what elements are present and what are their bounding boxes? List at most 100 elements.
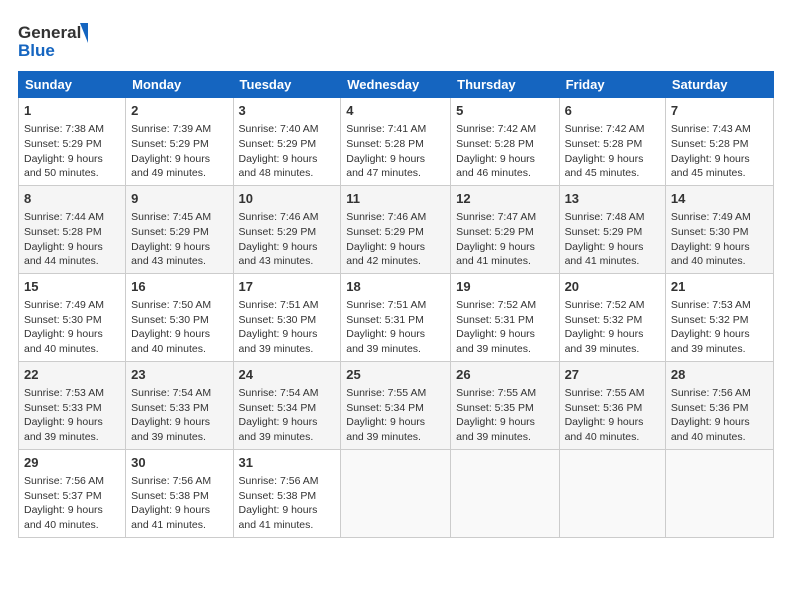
day-number: 1	[24, 102, 120, 120]
day-number: 16	[131, 278, 227, 296]
page: General Blue Sunday Monday Tuesday Wedne…	[0, 0, 792, 612]
daylight-text: Daylight: 9 hours and 45 minutes.	[565, 153, 644, 180]
daylight-text: Daylight: 9 hours and 39 minutes.	[131, 416, 210, 443]
sunset-text: Sunset: 5:28 PM	[346, 138, 424, 150]
sunset-text: Sunset: 5:31 PM	[346, 314, 424, 326]
sunset-text: Sunset: 5:29 PM	[131, 226, 209, 238]
sunrise-text: Sunrise: 7:45 AM	[131, 211, 211, 223]
daylight-text: Daylight: 9 hours and 39 minutes.	[565, 328, 644, 355]
table-cell: 1 Sunrise: 7:38 AM Sunset: 5:29 PM Dayli…	[19, 98, 126, 186]
sunrise-text: Sunrise: 7:54 AM	[239, 387, 319, 399]
sunset-text: Sunset: 5:28 PM	[456, 138, 534, 150]
daylight-text: Daylight: 9 hours and 39 minutes.	[239, 328, 318, 355]
sunrise-text: Sunrise: 7:52 AM	[565, 299, 645, 311]
table-cell: 11 Sunrise: 7:46 AM Sunset: 5:29 PM Dayl…	[341, 185, 451, 273]
day-number: 30	[131, 454, 227, 472]
table-cell: 28 Sunrise: 7:56 AM Sunset: 5:36 PM Dayl…	[665, 361, 773, 449]
calendar-header-row: Sunday Monday Tuesday Wednesday Thursday…	[19, 72, 774, 98]
sunrise-text: Sunrise: 7:43 AM	[671, 123, 751, 135]
daylight-text: Daylight: 9 hours and 44 minutes.	[24, 241, 103, 268]
sunrise-text: Sunrise: 7:49 AM	[24, 299, 104, 311]
table-cell: 20 Sunrise: 7:52 AM Sunset: 5:32 PM Dayl…	[559, 273, 665, 361]
table-cell: 14 Sunrise: 7:49 AM Sunset: 5:30 PM Dayl…	[665, 185, 773, 273]
table-cell: 30 Sunrise: 7:56 AM Sunset: 5:38 PM Dayl…	[126, 449, 233, 537]
table-cell: 7 Sunrise: 7:43 AM Sunset: 5:28 PM Dayli…	[665, 98, 773, 186]
header-wednesday: Wednesday	[341, 72, 451, 98]
day-number: 25	[346, 366, 445, 384]
table-cell: 27 Sunrise: 7:55 AM Sunset: 5:36 PM Dayl…	[559, 361, 665, 449]
sunrise-text: Sunrise: 7:42 AM	[565, 123, 645, 135]
day-number: 4	[346, 102, 445, 120]
daylight-text: Daylight: 9 hours and 43 minutes.	[131, 241, 210, 268]
sunrise-text: Sunrise: 7:55 AM	[565, 387, 645, 399]
header-monday: Monday	[126, 72, 233, 98]
sunrise-text: Sunrise: 7:56 AM	[671, 387, 751, 399]
sunset-text: Sunset: 5:34 PM	[346, 402, 424, 414]
sunset-text: Sunset: 5:29 PM	[131, 138, 209, 150]
svg-text:Blue: Blue	[18, 41, 55, 60]
sunset-text: Sunset: 5:30 PM	[131, 314, 209, 326]
daylight-text: Daylight: 9 hours and 41 minutes.	[131, 504, 210, 531]
sunset-text: Sunset: 5:30 PM	[239, 314, 317, 326]
sunrise-text: Sunrise: 7:42 AM	[456, 123, 536, 135]
table-row: 29 Sunrise: 7:56 AM Sunset: 5:37 PM Dayl…	[19, 449, 774, 537]
table-cell: 6 Sunrise: 7:42 AM Sunset: 5:28 PM Dayli…	[559, 98, 665, 186]
sunrise-text: Sunrise: 7:47 AM	[456, 211, 536, 223]
daylight-text: Daylight: 9 hours and 42 minutes.	[346, 241, 425, 268]
sunset-text: Sunset: 5:38 PM	[131, 490, 209, 502]
sunset-text: Sunset: 5:29 PM	[239, 226, 317, 238]
table-cell: 3 Sunrise: 7:40 AM Sunset: 5:29 PM Dayli…	[233, 98, 341, 186]
daylight-text: Daylight: 9 hours and 39 minutes.	[671, 328, 750, 355]
daylight-text: Daylight: 9 hours and 48 minutes.	[239, 153, 318, 180]
day-number: 28	[671, 366, 768, 384]
sunset-text: Sunset: 5:36 PM	[565, 402, 643, 414]
sunrise-text: Sunrise: 7:52 AM	[456, 299, 536, 311]
sunrise-text: Sunrise: 7:44 AM	[24, 211, 104, 223]
daylight-text: Daylight: 9 hours and 39 minutes.	[24, 416, 103, 443]
header: General Blue	[18, 18, 774, 63]
sunset-text: Sunset: 5:29 PM	[456, 226, 534, 238]
day-number: 10	[239, 190, 336, 208]
day-number: 31	[239, 454, 336, 472]
table-cell: 9 Sunrise: 7:45 AM Sunset: 5:29 PM Dayli…	[126, 185, 233, 273]
sunset-text: Sunset: 5:35 PM	[456, 402, 534, 414]
sunset-text: Sunset: 5:32 PM	[671, 314, 749, 326]
table-cell: 19 Sunrise: 7:52 AM Sunset: 5:31 PM Dayl…	[451, 273, 559, 361]
table-cell: 18 Sunrise: 7:51 AM Sunset: 5:31 PM Dayl…	[341, 273, 451, 361]
table-cell: 23 Sunrise: 7:54 AM Sunset: 5:33 PM Dayl…	[126, 361, 233, 449]
table-cell: 5 Sunrise: 7:42 AM Sunset: 5:28 PM Dayli…	[451, 98, 559, 186]
sunset-text: Sunset: 5:31 PM	[456, 314, 534, 326]
day-number: 12	[456, 190, 553, 208]
table-row: 1 Sunrise: 7:38 AM Sunset: 5:29 PM Dayli…	[19, 98, 774, 186]
daylight-text: Daylight: 9 hours and 39 minutes.	[346, 416, 425, 443]
table-cell	[451, 449, 559, 537]
daylight-text: Daylight: 9 hours and 40 minutes.	[671, 416, 750, 443]
day-number: 15	[24, 278, 120, 296]
daylight-text: Daylight: 9 hours and 43 minutes.	[239, 241, 318, 268]
day-number: 24	[239, 366, 336, 384]
table-cell: 13 Sunrise: 7:48 AM Sunset: 5:29 PM Dayl…	[559, 185, 665, 273]
daylight-text: Daylight: 9 hours and 41 minutes.	[565, 241, 644, 268]
sunset-text: Sunset: 5:37 PM	[24, 490, 102, 502]
table-row: 22 Sunrise: 7:53 AM Sunset: 5:33 PM Dayl…	[19, 361, 774, 449]
daylight-text: Daylight: 9 hours and 40 minutes.	[24, 504, 103, 531]
sunrise-text: Sunrise: 7:40 AM	[239, 123, 319, 135]
day-number: 20	[565, 278, 660, 296]
table-cell: 16 Sunrise: 7:50 AM Sunset: 5:30 PM Dayl…	[126, 273, 233, 361]
daylight-text: Daylight: 9 hours and 47 minutes.	[346, 153, 425, 180]
sunrise-text: Sunrise: 7:38 AM	[24, 123, 104, 135]
header-sunday: Sunday	[19, 72, 126, 98]
sunset-text: Sunset: 5:28 PM	[24, 226, 102, 238]
daylight-text: Daylight: 9 hours and 45 minutes.	[671, 153, 750, 180]
daylight-text: Daylight: 9 hours and 40 minutes.	[24, 328, 103, 355]
sunrise-text: Sunrise: 7:56 AM	[239, 475, 319, 487]
sunset-text: Sunset: 5:38 PM	[239, 490, 317, 502]
sunrise-text: Sunrise: 7:51 AM	[346, 299, 426, 311]
day-number: 27	[565, 366, 660, 384]
sunrise-text: Sunrise: 7:41 AM	[346, 123, 426, 135]
day-number: 26	[456, 366, 553, 384]
table-cell	[559, 449, 665, 537]
sunset-text: Sunset: 5:28 PM	[671, 138, 749, 150]
day-number: 3	[239, 102, 336, 120]
day-number: 17	[239, 278, 336, 296]
